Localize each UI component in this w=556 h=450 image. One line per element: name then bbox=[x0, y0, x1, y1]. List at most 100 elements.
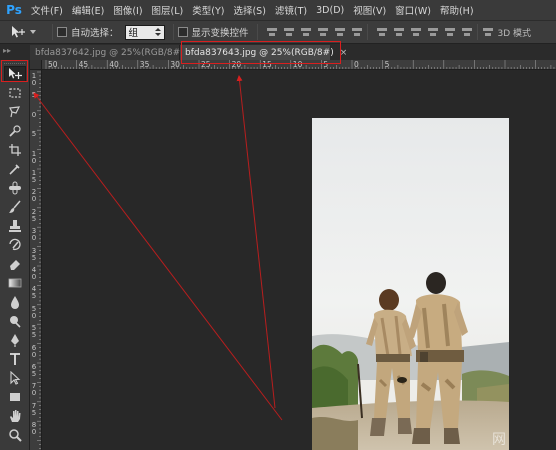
separator bbox=[476, 24, 478, 40]
ruler-left-label: 2 5 bbox=[31, 207, 37, 223]
tool-preset-picker[interactable] bbox=[10, 23, 48, 41]
align-bottom-icon[interactable] bbox=[300, 26, 312, 38]
healing-icon bbox=[9, 181, 21, 195]
collapse-icon[interactable]: ▸▸ bbox=[3, 46, 11, 55]
tab-label: bfda837642.jpg @ 25%(RGB/8#) bbox=[35, 47, 184, 58]
brush-tool[interactable] bbox=[4, 199, 26, 215]
separator bbox=[366, 24, 368, 40]
stamp-tool[interactable] bbox=[4, 218, 26, 234]
menu-window[interactable]: 窗口(W) bbox=[395, 3, 431, 17]
move-icon bbox=[9, 68, 22, 79]
marquee-icon bbox=[9, 88, 21, 98]
menu-edit[interactable]: 编辑(E) bbox=[72, 3, 104, 17]
menu-file[interactable]: 文件(F) bbox=[31, 3, 63, 17]
ruler-top-label: 0 bbox=[354, 60, 359, 69]
path-select-icon bbox=[10, 371, 21, 385]
tab-document-2[interactable]: bfda837643.jpg @ 25%(RGB/8#) × bbox=[180, 45, 347, 60]
options-bar: 自动选择： 组 显示变换控件 3D 模式 bbox=[0, 20, 556, 44]
ruler-left-label: 5 bbox=[31, 91, 37, 100]
ruler-left-label: 6 0 bbox=[31, 343, 37, 359]
menu-bar: Ps 文件(F) 编辑(E) 图像(I) 图层(L) 类型(Y) 选择(S) 滤… bbox=[0, 0, 556, 20]
distribute-vcenter-icon[interactable] bbox=[393, 26, 405, 38]
photo-image: 网 bbox=[312, 118, 509, 450]
ruler-top-label: 5 bbox=[323, 60, 329, 69]
menu-filter[interactable]: 滤镜(T) bbox=[275, 3, 307, 17]
ruler-left-label: 3 0 bbox=[31, 227, 37, 243]
distribute-top-icon[interactable] bbox=[376, 26, 388, 38]
marquee-tool[interactable] bbox=[4, 85, 26, 101]
ruler-top-label: 40 bbox=[109, 60, 119, 69]
align-vcenter-icon[interactable] bbox=[283, 26, 295, 38]
ruler-origin[interactable] bbox=[30, 60, 42, 70]
menu-image[interactable]: 图像(I) bbox=[113, 3, 142, 17]
auto-select-checkbox[interactable] bbox=[57, 27, 67, 37]
menu-view[interactable]: 视图(V) bbox=[353, 3, 386, 17]
distribute-buttons bbox=[376, 26, 473, 38]
ruler-left-label: 5 bbox=[31, 130, 37, 139]
pen-icon bbox=[11, 334, 19, 347]
show-transform-label: 显示变换控件 bbox=[191, 28, 249, 39]
gradient-tool[interactable] bbox=[4, 275, 26, 291]
toolbar-grip[interactable] bbox=[4, 60, 25, 64]
blur-tool[interactable] bbox=[4, 294, 26, 310]
ruler-left-label: 4 0 bbox=[31, 266, 37, 281]
ruler-left-label: 1 5 bbox=[31, 169, 37, 184]
path-select-tool[interactable] bbox=[4, 370, 26, 386]
auto-align-icon[interactable] bbox=[482, 26, 494, 38]
document-canvas[interactable]: 网 bbox=[42, 70, 556, 450]
gradient-icon bbox=[8, 278, 22, 288]
crop-tool[interactable] bbox=[4, 142, 26, 158]
ruler-top-label: 20 bbox=[231, 60, 242, 69]
healing-tool[interactable] bbox=[4, 180, 26, 196]
menu-3d[interactable]: 3D(D) bbox=[316, 5, 344, 16]
move-icon bbox=[12, 26, 25, 38]
menu-type[interactable]: 类型(Y) bbox=[192, 3, 224, 17]
distribute-right-icon[interactable] bbox=[461, 26, 473, 38]
rectangle-icon bbox=[10, 393, 20, 401]
distribute-hcenter-icon[interactable] bbox=[444, 26, 456, 38]
align-right-icon[interactable] bbox=[351, 26, 363, 38]
vertical-ruler[interactable]: 1 0 5 0 5 1 0 1 5 2 0 2 5 3 0 3 5 4 0 4 5 5 0 5 5 6 0 6… bbox=[30, 70, 42, 450]
ruler-left-label: 8 0 bbox=[31, 421, 37, 437]
ruler-top-label: 50 bbox=[48, 60, 58, 69]
app-logo: Ps bbox=[6, 3, 22, 17]
history-brush-icon bbox=[9, 238, 21, 251]
ruler-left-label: 1 0 bbox=[31, 72, 37, 87]
menu-layer[interactable]: 图层(L) bbox=[152, 3, 184, 17]
chevron-down-icon bbox=[30, 30, 36, 34]
ruler-left-label: 3 5 bbox=[31, 246, 37, 262]
eraser-tool[interactable] bbox=[4, 256, 26, 272]
tab-document-1[interactable]: bfda837642.jpg @ 25%(RGB/8#) × bbox=[30, 45, 197, 60]
hand-tool[interactable] bbox=[4, 408, 26, 424]
separator bbox=[52, 24, 53, 40]
dodge-tool[interactable] bbox=[4, 313, 26, 329]
history-brush-tool[interactable] bbox=[4, 237, 26, 253]
horizontal-ruler[interactable]: 50 45 40 35 30 25 20 15 10 5 0 5 bbox=[30, 60, 556, 70]
menu-help[interactable]: 帮助(H) bbox=[440, 3, 474, 17]
distribute-left-icon[interactable] bbox=[427, 26, 439, 38]
align-left-icon[interactable] bbox=[317, 26, 329, 38]
distribute-bottom-icon[interactable] bbox=[410, 26, 422, 38]
crop-icon bbox=[9, 144, 21, 156]
move-tool[interactable] bbox=[4, 66, 26, 82]
align-hcenter-icon[interactable] bbox=[334, 26, 346, 38]
show-transform-checkbox[interactable] bbox=[177, 27, 188, 37]
ruler-top-label: 45 bbox=[78, 60, 89, 69]
ruler-left-label: 7 0 bbox=[31, 382, 37, 398]
pen-tool[interactable] bbox=[4, 332, 26, 348]
auto-select-dropdown[interactable]: 组 bbox=[124, 24, 165, 40]
zoom-tool[interactable] bbox=[4, 427, 26, 443]
ruler-top-label: 30 bbox=[170, 60, 180, 69]
3d-mode-label: 3D 模式 bbox=[497, 28, 532, 39]
eraser-icon bbox=[10, 260, 20, 270]
align-top-icon[interactable] bbox=[266, 26, 278, 38]
type-tool[interactable] bbox=[4, 351, 26, 367]
lasso-tool[interactable] bbox=[4, 104, 26, 120]
quick-select-tool[interactable] bbox=[4, 123, 26, 139]
menu-select[interactable]: 选择(S) bbox=[233, 3, 265, 17]
align-buttons bbox=[266, 26, 363, 38]
rectangle-tool[interactable] bbox=[4, 389, 26, 405]
eyedropper-tool[interactable] bbox=[4, 161, 26, 177]
hand-icon bbox=[10, 410, 21, 422]
close-icon[interactable]: × bbox=[340, 48, 348, 58]
